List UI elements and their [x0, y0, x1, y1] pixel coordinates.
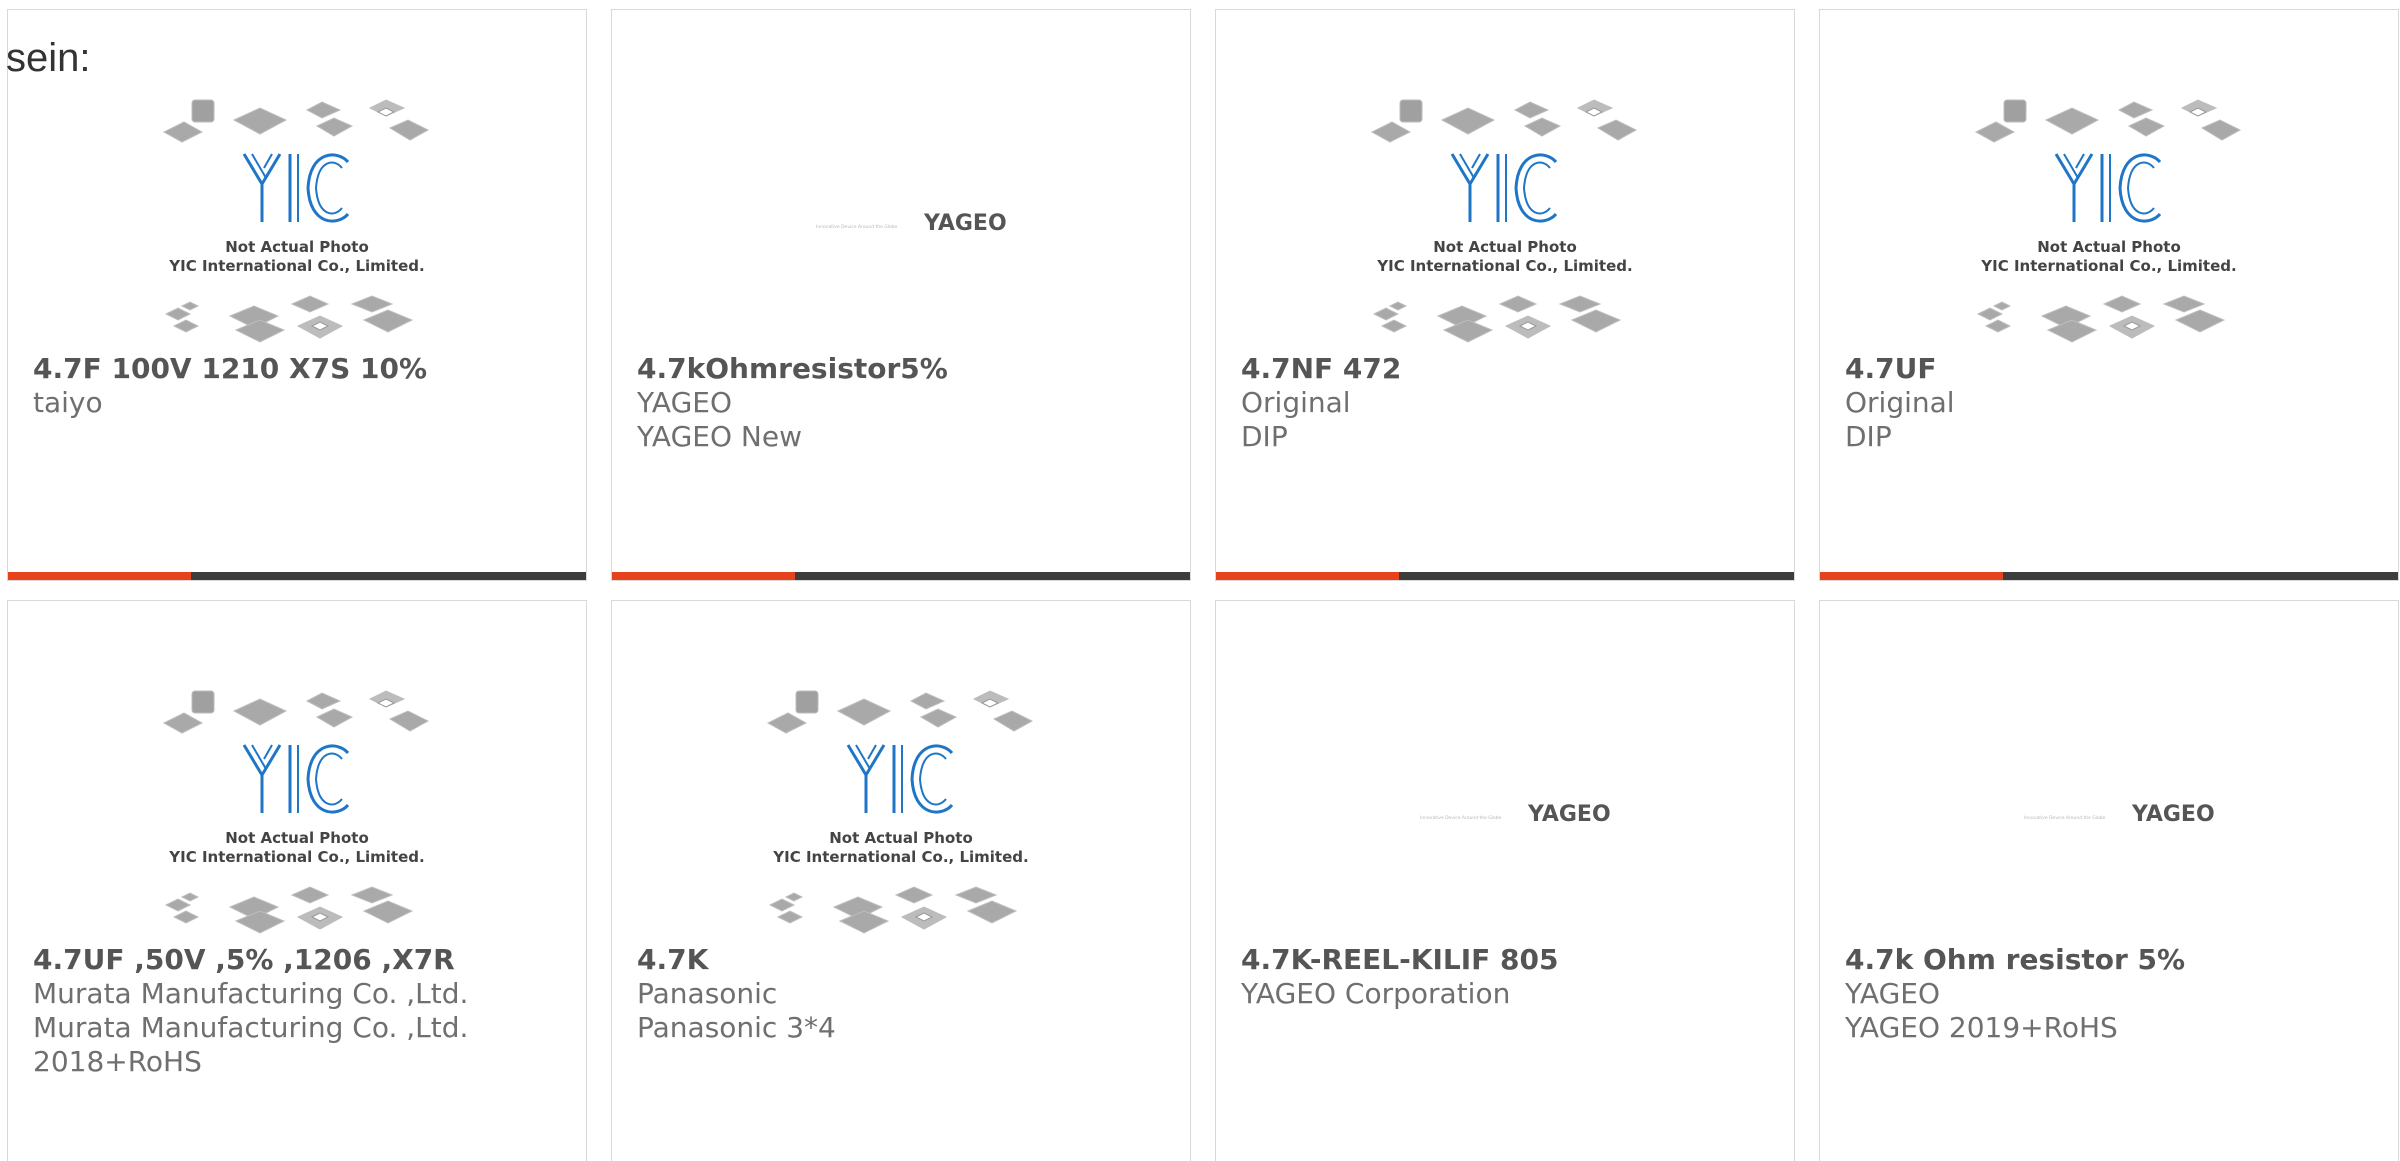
svg-text:YIC International Co., Limited: YIC International Co., Limited. [168, 257, 424, 275]
product-detail-line: YAGEO [637, 386, 733, 419]
product-image[interactable]: Innovative Device Around the Globe YAGEO [1820, 683, 2398, 943]
product-detail-line: taiyo [33, 386, 103, 419]
svg-text:YIC International Co., Limited: YIC International Co., Limited. [1376, 257, 1632, 275]
card-accent-bar [8, 572, 586, 580]
yic-placeholder-icon: Not Actual Photo YIC International Co., … [162, 690, 430, 934]
product-card[interactable]: Not Actual Photo YIC International Co., … [611, 600, 1191, 1161]
product-detail-line: Panasonic [637, 977, 778, 1010]
product-title[interactable]: 4.7UF ,50V ,5% ,1206 ,X7R [33, 943, 576, 977]
product-card[interactable]: Not Actual Photo YIC International Co., … [7, 9, 587, 581]
yic-placeholder-icon: Not Actual Photo YIC International Co., … [766, 690, 1034, 934]
svg-text:Not Actual Photo: Not Actual Photo [829, 829, 973, 847]
svg-text:Innovative Device Around the G: Innovative Device Around the Globe [816, 224, 898, 230]
product-title[interactable]: 4.7k Ohm resistor 5% [1845, 943, 2388, 977]
svg-text:Not Actual Photo: Not Actual Photo [2037, 238, 2181, 256]
product-image[interactable]: Innovative Device Around the Globe YAGEO [1216, 683, 1794, 943]
dark-bar-segment [1399, 572, 1794, 580]
yic-placeholder-icon: Not Actual Photo YIC International Co., … [1370, 99, 1638, 343]
product-card[interactable]: Innovative Device Around the Globe YAGEO… [611, 9, 1191, 581]
product-image[interactable]: Innovative Device Around the Globe YAGEO [612, 92, 1190, 352]
product-detail-line: Murata Manufacturing Co. ,Ltd. [33, 977, 469, 1010]
svg-text:YIC International Co., Limited: YIC International Co., Limited. [168, 848, 424, 866]
product-info: 4.7UF ,50V ,5% ,1206 ,X7R Murata Manufact… [33, 943, 576, 1079]
product-info: 4.7K-REEL-KILIF 805 YAGEO Corporation [1241, 943, 1784, 1011]
product-image[interactable]: Not Actual Photo YIC International Co., … [8, 92, 586, 352]
svg-text:YIC International Co., Limited: YIC International Co., Limited. [1980, 257, 2236, 275]
product-detail-line: Original [1241, 386, 1351, 419]
accent-bar-segment [1820, 572, 2003, 580]
product-card[interactable]: Not Actual Photo YIC International Co., … [1215, 9, 1795, 581]
product-title[interactable]: 4.7NF 472 [1241, 352, 1784, 386]
product-info: 4.7NF 472 Original DIP [1241, 352, 1784, 454]
dark-bar-segment [191, 572, 586, 580]
product-image[interactable]: Not Actual Photo YIC International Co., … [1820, 92, 2398, 352]
product-info: 4.7K Panasonic Panasonic 3*4 [637, 943, 1180, 1045]
svg-text:Innovative Device Around the G: Innovative Device Around the Globe [1420, 815, 1502, 821]
product-info: 4.7F 100V 1210 X7S 10% taiyo [33, 352, 576, 420]
product-title[interactable]: 4.7K [637, 943, 1180, 977]
product-card[interactable]: Not Actual Photo YIC International Co., … [7, 600, 587, 1161]
svg-text:YAGEO: YAGEO [2131, 802, 2215, 827]
product-info: 4.7k Ohm resistor 5% YAGEO YAGEO 2019+RoHS [1845, 943, 2388, 1045]
card-accent-bar [612, 572, 1190, 580]
accent-bar-segment [1216, 572, 1399, 580]
svg-text:Not Actual Photo: Not Actual Photo [225, 238, 369, 256]
product-info: 4.7UF Original DIP [1845, 352, 2388, 454]
product-title[interactable]: 4.7kOhmresistor5% [637, 352, 1180, 386]
yageo-logo-icon: Innovative Device Around the Globe YAGEO [1420, 802, 1611, 827]
svg-text:YAGEO: YAGEO [1527, 802, 1611, 827]
product-title[interactable]: 4.7K-REEL-KILIF 805 [1241, 943, 1784, 977]
prefix-text: sein: [6, 36, 91, 80]
product-card[interactable]: Innovative Device Around the Globe YAGEO… [1819, 600, 2399, 1161]
product-title[interactable]: 4.7F 100V 1210 X7S 10% [33, 352, 576, 386]
card-accent-bar [1216, 572, 1794, 580]
card-accent-bar [1820, 572, 2398, 580]
product-detail-line: YAGEO 2019+RoHS [1845, 1011, 2118, 1044]
product-detail-line: YAGEO [1845, 977, 1941, 1010]
accent-bar-segment [612, 572, 795, 580]
dark-bar-segment [795, 572, 1190, 580]
yageo-logo-icon: Innovative Device Around the Globe YAGEO [2024, 802, 2215, 827]
product-detail-line: Murata Manufacturing Co. ,Ltd. [33, 1011, 469, 1044]
product-detail-line: YAGEO Corporation [1241, 977, 1511, 1010]
svg-text:YIC International Co., Limited: YIC International Co., Limited. [772, 848, 1028, 866]
accent-bar-segment [8, 572, 191, 580]
product-image[interactable]: Not Actual Photo YIC International Co., … [8, 683, 586, 943]
product-detail-line: DIP [1241, 420, 1288, 453]
product-detail-line: DIP [1845, 420, 1892, 453]
yic-placeholder-icon: Not Actual Photo YIC International Co., … [1974, 99, 2242, 343]
product-detail-line: 2018+RoHS [33, 1045, 202, 1078]
svg-text:Innovative Device Around the G: Innovative Device Around the Globe [2024, 815, 2106, 821]
dark-bar-segment [2003, 572, 2398, 580]
svg-text:Not Actual Photo: Not Actual Photo [1433, 238, 1577, 256]
product-card[interactable]: Innovative Device Around the Globe YAGEO… [1215, 600, 1795, 1161]
svg-text:YAGEO: YAGEO [923, 211, 1007, 236]
product-image[interactable]: Not Actual Photo YIC International Co., … [1216, 92, 1794, 352]
product-detail-line: Original [1845, 386, 1955, 419]
product-card[interactable]: Not Actual Photo YIC International Co., … [1819, 9, 2399, 581]
product-detail-line: YAGEO New [637, 420, 802, 453]
svg-text:Not Actual Photo: Not Actual Photo [225, 829, 369, 847]
yic-placeholder-icon: Not Actual Photo YIC International Co., … [162, 99, 430, 343]
product-title[interactable]: 4.7UF [1845, 352, 2388, 386]
product-info: 4.7kOhmresistor5% YAGEO YAGEO New [637, 352, 1180, 454]
yageo-logo-icon: Innovative Device Around the Globe YAGEO [816, 211, 1007, 236]
product-detail-line: Panasonic 3*4 [637, 1011, 836, 1044]
product-image[interactable]: Not Actual Photo YIC International Co., … [612, 683, 1190, 943]
